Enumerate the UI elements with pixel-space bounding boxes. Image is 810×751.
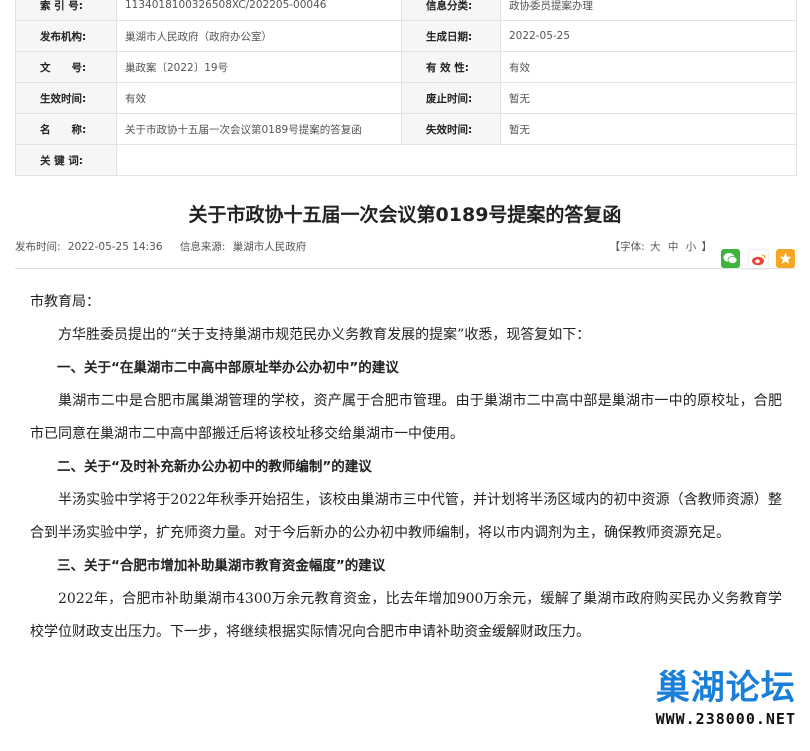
font-size-switcher: 【字体: 大 中 小 】 (610, 239, 712, 254)
body-paragraph: 半汤实验中学将于2022年秋季开始招生，该校由巢湖市三中代管，并计划将半汤区域内… (30, 492, 782, 541)
font-size-small[interactable]: 小 (686, 241, 697, 253)
body-paragraph: 方华胜委员提出的“关于支持巢湖市规范民办义务教育发展的提案”收悉，现答复如下： (58, 327, 591, 343)
metadata-row: 名 称: 关于市政协十五届一次会议第0189号提案的答复函 失效时间: 暂无 (15, 113, 797, 145)
watermark-logo: 巢湖论坛 (655, 668, 796, 708)
article-body: 市教育局： 方华胜委员提出的“关于支持巢湖市规范民办义务教育发展的提案”收悉，现… (30, 286, 782, 649)
metadata-value (116, 144, 797, 176)
source: 巢湖市人民政府 (232, 241, 307, 253)
metadata-table: 索 引 号: 11340181003265​08XC/202205-00046 信息… (15, 0, 797, 176)
metadata-value: 暂无 (500, 113, 797, 145)
font-size-end: 】 (701, 241, 713, 253)
metadata-label: 名 称: (15, 113, 117, 145)
publish-time-label: 发布时间: (15, 241, 61, 253)
metadata-value: 暂无 (500, 82, 797, 114)
favorite-icon[interactable] (776, 249, 795, 268)
weibo-icon[interactable] (748, 249, 769, 270)
metadata-value: 有效 (116, 82, 402, 114)
source-label: 信息来源: (179, 241, 226, 253)
section-heading: 一、关于“在巢湖市二中高中部原址举办公办初中”的建议 (57, 360, 399, 376)
article-title: 关于市政协十五届一次会议第0189号提案的答复函 (188, 204, 622, 226)
metadata-label: 生成日期: (401, 20, 501, 52)
metadata-row: 索 引 号: 11340181003265​08XC/202205-00046 信息… (15, 0, 797, 21)
font-size-medium[interactable]: 中 (668, 241, 679, 253)
metadata-row: 生效时间: 有效 废止时间: 暂无 (15, 82, 797, 114)
metadata-value: 关于市政协十五届一次会议第0189号提案的答复函 (116, 113, 402, 145)
font-size-label: 【字体: (609, 241, 645, 253)
section-heading: 二、关于“及时补充新办公办初中的教师编制”的建议 (57, 459, 372, 475)
watermark-url: WWW.238000.NET (655, 710, 796, 728)
divider (15, 268, 796, 269)
metadata-label: 文 号: (15, 51, 117, 83)
metadata-label: 发布机构: (15, 20, 117, 52)
metadata-row: 文 号: 巢政案〔2022〕19号有 效 性: 有效 (15, 51, 797, 83)
metadata-label: 失效时间: (401, 113, 501, 145)
metadata-row: 关 键 词: (15, 144, 797, 176)
body-paragraph: 2022年，合肥市补助巢湖市4300万余元教育资金，比去年增加900万余元，缓解… (30, 591, 782, 640)
section-heading: 三、关于“合肥市增加补助巢湖市教育资金幅度”的建议 (57, 558, 386, 574)
metadata-label: 有 效 性: (401, 51, 501, 83)
metadata-label: 信息分类: (401, 0, 501, 21)
metadata-value: 政协委员提案办理 (500, 0, 797, 21)
font-size-large[interactable]: 大 (650, 241, 661, 253)
wechat-icon[interactable] (721, 249, 740, 268)
metadata-label: 废止时间: (401, 82, 501, 114)
metadata-value: 11340181003265​08XC/202205-00046 (116, 0, 402, 21)
metadata-value: 2022-05-25 (500, 20, 797, 52)
metadata-value: 有效 (500, 51, 797, 83)
publish-time: 2022-05-25 14:36 (67, 241, 163, 253)
metadata-label: 关 键 词: (15, 144, 117, 176)
metadata-label: 索 引 号: (15, 0, 117, 21)
metadata-value: 巢湖市人民政府（政府办公室） (116, 20, 402, 52)
watermark: 巢湖论坛 WWW.238000.NET (655, 668, 796, 728)
body-paragraph: 巢湖市二中是合肥市属巢湖管理的学校，资产属于合肥市管理。由于巢湖市二中高中部是巢… (30, 393, 782, 442)
metadata-value: 巢政案〔2022〕19号 (116, 51, 402, 83)
salutation: 市教育局： (30, 294, 100, 310)
article-info: 发布时间: 2022-05-25 14:36 信息来源: 巢湖市人民政府 (15, 239, 310, 254)
metadata-row: 发布机构: 巢湖市人民政府（政府办公室） 生成日期: 2022-05-25 (15, 20, 797, 52)
metadata-label: 生效时间: (15, 82, 117, 114)
